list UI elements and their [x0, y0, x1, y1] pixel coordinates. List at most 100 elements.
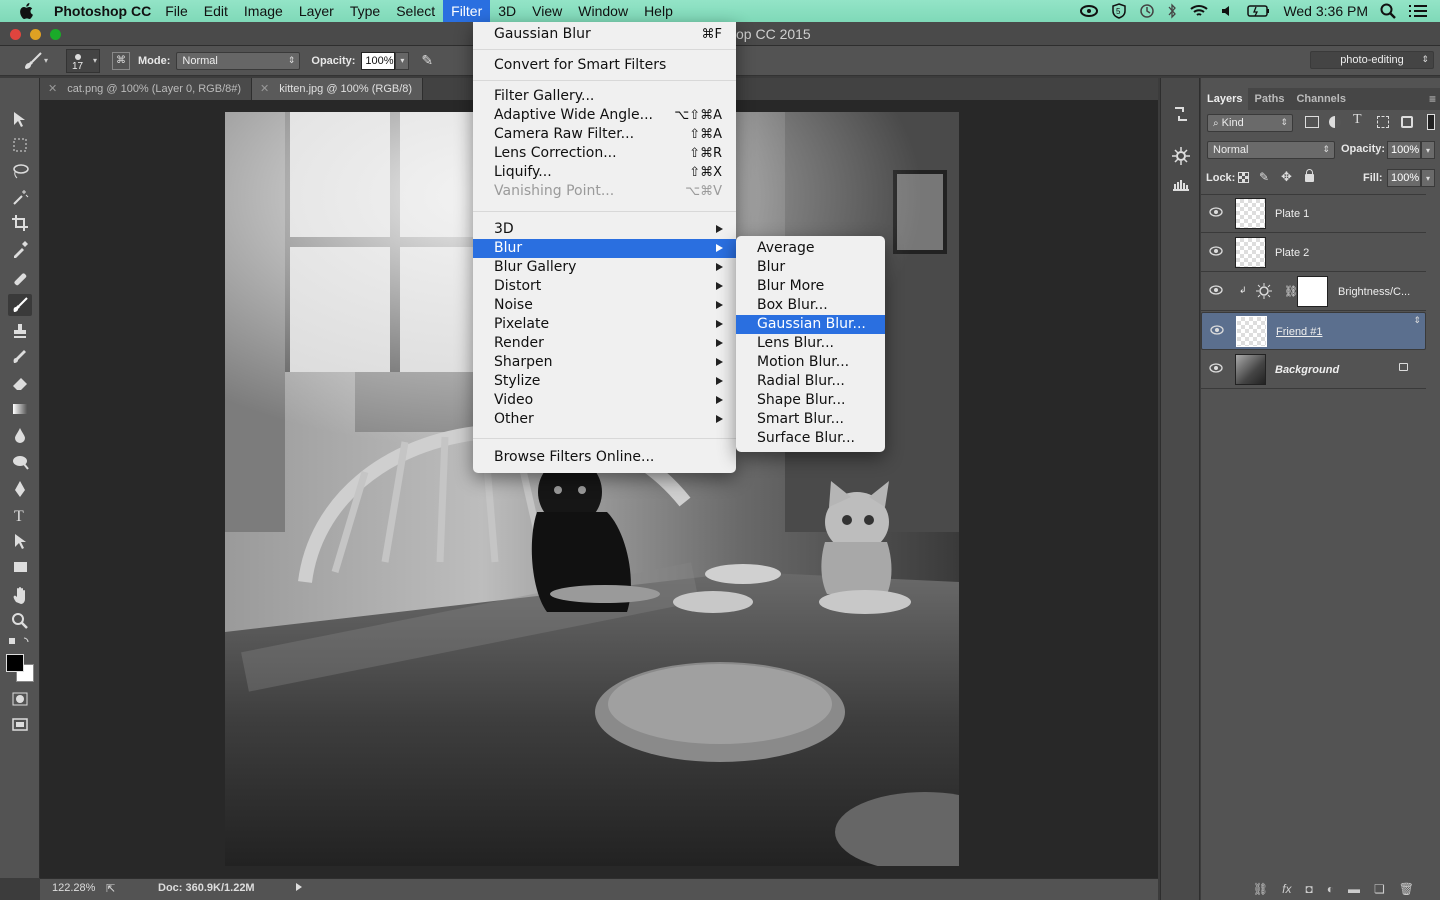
- filter-pixel-icon[interactable]: [1305, 116, 1319, 128]
- submenu-item-smart-blur[interactable]: Smart Blur...: [736, 410, 885, 429]
- time-machine-icon[interactable]: [1139, 3, 1155, 19]
- layer-opacity-dropdown-icon[interactable]: ▾: [1421, 141, 1435, 159]
- opacity-field[interactable]: 100%: [361, 51, 396, 70]
- visibility-eye-icon[interactable]: [1210, 325, 1224, 338]
- wifi-icon[interactable]: [1189, 3, 1209, 19]
- layer-row[interactable]: Plate 2: [1201, 234, 1426, 272]
- layer-row-selected[interactable]: Friend #1: [1201, 312, 1426, 350]
- menu-item-browse-filters-online[interactable]: Browse Filters Online...: [473, 448, 736, 467]
- menu-item-blur[interactable]: Blur: [473, 239, 736, 258]
- pressure-opacity-icon[interactable]: ✎: [421, 52, 433, 69]
- close-tab-icon[interactable]: ✕: [48, 83, 57, 95]
- blur-tool-icon[interactable]: [8, 424, 32, 446]
- crop-tool-icon[interactable]: [8, 212, 32, 234]
- rectangle-tool-icon[interactable]: [8, 556, 32, 578]
- submenu-item-blur-more[interactable]: Blur More: [736, 277, 885, 296]
- menu-item-other[interactable]: Other: [473, 410, 736, 429]
- brush-tool-preset-icon[interactable]: ▾: [22, 51, 58, 71]
- battery-icon[interactable]: [1247, 4, 1271, 18]
- notification-center-icon[interactable]: [1408, 4, 1428, 18]
- layer-mask-thumbnail[interactable]: [1297, 276, 1328, 307]
- app-name[interactable]: Photoshop CC: [54, 3, 151, 19]
- menu-item-adaptive-wide-angle[interactable]: Adaptive Wide Angle... ⌥⇧⌘A: [473, 106, 736, 125]
- history-brush-tool-icon[interactable]: [8, 346, 32, 368]
- delete-layer-trash-icon[interactable]: 🗑: [1399, 882, 1414, 896]
- history-panel-icon[interactable]: [1171, 104, 1191, 127]
- menu-item-camera-raw[interactable]: Camera Raw Filter... ⇧⌘A: [473, 125, 736, 144]
- menu-item-noise[interactable]: Noise: [473, 296, 736, 315]
- brush-panel-toggle-icon[interactable]: ⌘: [112, 51, 130, 70]
- layer-row[interactable]: Background: [1201, 351, 1426, 389]
- menu-filter[interactable]: Filter: [443, 0, 491, 22]
- layer-name[interactable]: Plate 1: [1275, 208, 1309, 220]
- submenu-item-blur[interactable]: Blur: [736, 258, 885, 277]
- submenu-item-average[interactable]: Average: [736, 239, 885, 258]
- visibility-eye-icon[interactable]: [1209, 285, 1223, 298]
- new-adjustment-layer-icon[interactable]: ◐: [1327, 882, 1334, 896]
- menu-3d[interactable]: 3D: [490, 0, 524, 22]
- menu-item-pixelate[interactable]: Pixelate: [473, 315, 736, 334]
- menu-view[interactable]: View: [524, 0, 570, 22]
- hand-tool-icon[interactable]: [8, 584, 32, 606]
- filter-shape-icon[interactable]: [1377, 116, 1389, 128]
- status-menu-arrow-icon[interactable]: [296, 883, 302, 891]
- submenu-item-radial-blur[interactable]: Radial Blur...: [736, 372, 885, 391]
- close-window-button[interactable]: [10, 29, 21, 40]
- apple-icon[interactable]: [0, 2, 54, 20]
- layer-name[interactable]: Friend #1: [1276, 326, 1322, 338]
- marquee-tool-icon[interactable]: [8, 134, 32, 156]
- doc-tab-cat[interactable]: ✕ cat.png @ 100% (Layer 0, RGB/8#): [40, 78, 253, 100]
- layer-name[interactable]: Background: [1275, 364, 1339, 376]
- shield-icon[interactable]: 5: [1111, 3, 1127, 19]
- brush-tool-icon[interactable]: [8, 294, 32, 316]
- lock-position-icon[interactable]: ✥: [1281, 169, 1292, 185]
- layer-filter-kind-select[interactable]: ⌕ Kind: [1207, 114, 1293, 132]
- export-icon[interactable]: ⇱: [106, 882, 115, 895]
- visibility-eye-icon[interactable]: [1209, 207, 1223, 220]
- submenu-item-gaussian-blur[interactable]: Gaussian Blur...: [736, 315, 885, 334]
- menu-item-liquify[interactable]: Liquify... ⇧⌘X: [473, 163, 736, 182]
- menu-item-lens-correction[interactable]: Lens Correction... ⇧⌘R: [473, 144, 736, 163]
- blend-mode-select[interactable]: Normal: [1207, 141, 1335, 159]
- menu-item-filter-gallery[interactable]: Filter Gallery...: [473, 87, 736, 106]
- adjustments-panel-icon[interactable]: [1171, 146, 1191, 169]
- layer-opacity-field[interactable]: 100%: [1387, 141, 1421, 159]
- quick-mask-icon[interactable]: [8, 688, 32, 710]
- new-layer-icon[interactable]: ❏: [1374, 882, 1385, 896]
- minimize-window-button[interactable]: [30, 29, 41, 40]
- layer-name[interactable]: Brightness/C...: [1338, 286, 1410, 298]
- visibility-eye-icon[interactable]: [1209, 363, 1223, 376]
- menu-item-stylize[interactable]: Stylize: [473, 372, 736, 391]
- menu-item-sharpen[interactable]: Sharpen: [473, 353, 736, 372]
- menu-image[interactable]: Image: [236, 0, 291, 22]
- foreground-color-swatch[interactable]: [6, 654, 24, 672]
- link-layers-icon[interactable]: ⛓: [1253, 882, 1268, 896]
- menu-select[interactable]: Select: [388, 0, 443, 22]
- clock[interactable]: Wed 3:36 PM: [1283, 3, 1368, 19]
- swap-colors-icon[interactable]: [8, 634, 32, 648]
- filter-type-icon[interactable]: T: [1353, 112, 1362, 128]
- lock-transparency-icon[interactable]: [1238, 172, 1249, 183]
- fill-dropdown-icon[interactable]: ▾: [1421, 169, 1435, 187]
- creative-cloud-icon[interactable]: [1079, 4, 1099, 18]
- tab-channels[interactable]: Channels: [1290, 88, 1352, 110]
- menu-help[interactable]: Help: [636, 0, 681, 22]
- eyedropper-tool-icon[interactable]: [8, 238, 32, 260]
- submenu-item-surface-blur[interactable]: Surface Blur...: [736, 429, 885, 448]
- filter-toggle-icon[interactable]: [1427, 114, 1435, 130]
- tab-paths[interactable]: Paths: [1248, 88, 1290, 110]
- eraser-tool-icon[interactable]: [8, 372, 32, 394]
- layer-row[interactable]: Plate 1: [1201, 195, 1426, 233]
- zoom-window-button[interactable]: [50, 29, 61, 40]
- gradient-tool-icon[interactable]: [8, 398, 32, 420]
- magic-wand-tool-icon[interactable]: [8, 186, 32, 208]
- bluetooth-icon[interactable]: [1167, 3, 1177, 19]
- link-chain-icon[interactable]: ⛓: [1284, 285, 1298, 298]
- clone-stamp-tool-icon[interactable]: [8, 320, 32, 342]
- layer-name[interactable]: Plate 2: [1275, 247, 1309, 259]
- submenu-item-lens-blur[interactable]: Lens Blur...: [736, 334, 885, 353]
- spotlight-icon[interactable]: [1380, 3, 1396, 19]
- filter-adjustment-icon[interactable]: [1329, 116, 1341, 128]
- submenu-item-shape-blur[interactable]: Shape Blur...: [736, 391, 885, 410]
- menu-item-video[interactable]: Video: [473, 391, 736, 410]
